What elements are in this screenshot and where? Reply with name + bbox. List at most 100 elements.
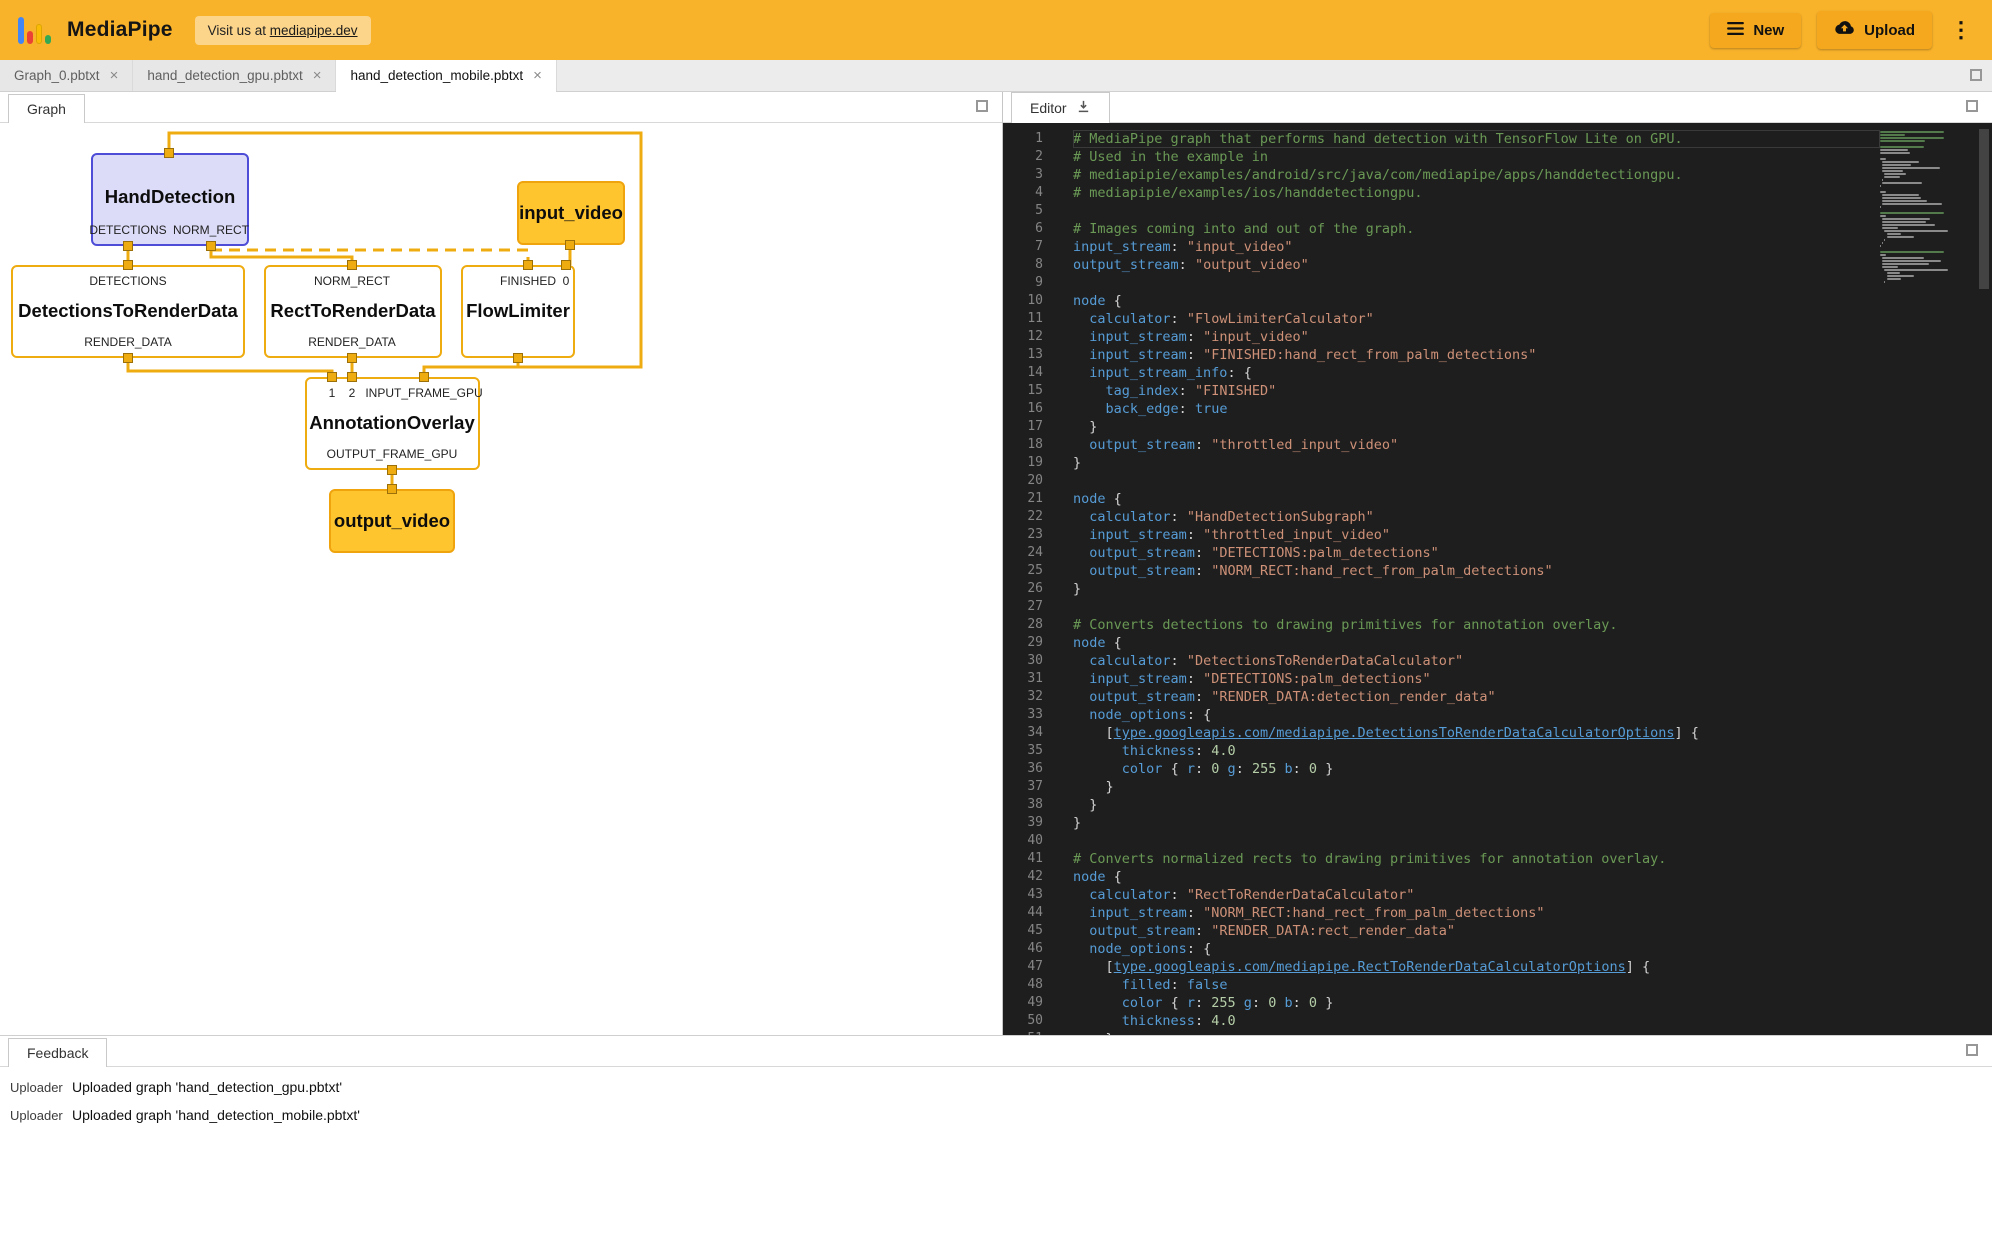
code-line: output_stream: "output_video" [1073, 256, 1880, 274]
port[interactable] [513, 353, 523, 363]
feedback-source: Uploader [10, 1080, 72, 1095]
feedback-entries: UploaderUploaded graph 'hand_detection_g… [0, 1067, 1992, 1135]
port[interactable] [123, 353, 133, 363]
file-tab[interactable]: hand_detection_gpu.pbtxt× [133, 60, 336, 91]
port[interactable] [419, 372, 429, 382]
port[interactable] [206, 241, 216, 251]
minimap-line [1882, 161, 1919, 163]
port[interactable] [164, 148, 174, 158]
line-number: 9 [1003, 274, 1043, 292]
editor-tab-label: Editor [1030, 100, 1067, 116]
editor-scrollbar[interactable] [1976, 123, 1992, 1035]
port[interactable] [565, 240, 575, 250]
line-number: 5 [1003, 202, 1043, 220]
minimap-line [1882, 197, 1921, 199]
port[interactable] [523, 260, 533, 270]
port[interactable] [347, 353, 357, 363]
code-line: } [1073, 778, 1880, 796]
minimap-line [1882, 167, 1940, 169]
graph-panel-header: Graph [0, 92, 1002, 123]
graph-edges [0, 123, 1002, 1035]
expand-icon[interactable] [1970, 69, 1982, 81]
minimap-line [1884, 269, 1948, 271]
line-number: 41 [1003, 850, 1043, 868]
code-line: } [1073, 418, 1880, 436]
node-title: HandDetection [105, 186, 236, 208]
tab-close-icon[interactable]: × [533, 67, 542, 84]
line-number: 47 [1003, 958, 1043, 976]
port[interactable] [387, 484, 397, 494]
minimap-line [1882, 242, 1883, 244]
feedback-panel-header: Feedback [0, 1036, 1992, 1067]
line-number: 49 [1003, 994, 1043, 1012]
code-line [1073, 598, 1880, 616]
code-line: input_stream: "input_video" [1073, 238, 1880, 256]
line-number: 27 [1003, 598, 1043, 616]
tab-close-icon[interactable]: × [313, 67, 322, 84]
tab-feedback[interactable]: Feedback [8, 1038, 107, 1067]
download-icon[interactable] [1076, 99, 1091, 117]
line-number: 14 [1003, 364, 1043, 382]
code-line: } [1073, 1030, 1880, 1035]
code-line: node { [1073, 634, 1880, 652]
upload-button[interactable]: Upload [1817, 11, 1932, 49]
minimap-line [1882, 200, 1927, 202]
line-number: 19 [1003, 454, 1043, 472]
tab-close-icon[interactable]: × [110, 67, 119, 84]
graph-canvas[interactable]: HandDetectioninput_videoDetectionsToRend… [0, 123, 1002, 1035]
line-number: 12 [1003, 328, 1043, 346]
tab-editor[interactable]: Editor [1011, 92, 1110, 123]
more-options-icon[interactable]: ⋮ [1948, 19, 1974, 41]
minimap-line [1880, 212, 1944, 214]
line-number: 7 [1003, 238, 1043, 256]
file-tab[interactable]: Graph_0.pbtxt× [0, 60, 133, 91]
new-button[interactable]: New [1710, 13, 1801, 48]
editor-code[interactable]: # MediaPipe graph that performs hand det… [1059, 123, 1880, 1035]
minimap-line [1887, 236, 1914, 238]
port-label: DETECTIONS [89, 274, 166, 288]
minimap-line [1882, 203, 1942, 205]
minimap-line [1882, 227, 1898, 229]
port[interactable] [347, 372, 357, 382]
code-line: thickness: 4.0 [1073, 742, 1880, 760]
node-title: FlowLimiter [466, 300, 570, 322]
code-editor[interactable]: 1234567891011121314151617181920212223242… [1003, 123, 1992, 1035]
port[interactable] [123, 241, 133, 251]
line-number: 51 [1003, 1030, 1043, 1035]
mediapipe-dev-link[interactable]: mediapipe.dev [270, 23, 358, 38]
code-line: # Converts detections to drawing primiti… [1073, 616, 1880, 634]
editor-minimap[interactable] [1880, 123, 1976, 1035]
port[interactable] [327, 372, 337, 382]
minimap-line [1882, 170, 1903, 172]
port[interactable] [347, 260, 357, 270]
scrollbar-slider[interactable] [1979, 129, 1989, 289]
port[interactable] [561, 260, 571, 270]
code-line: thickness: 4.0 [1073, 1012, 1880, 1030]
code-line: filled: false [1073, 976, 1880, 994]
minimap-line [1887, 272, 1901, 274]
line-number: 50 [1003, 1012, 1043, 1030]
new-button-label: New [1753, 22, 1784, 39]
code-line: output_stream: "RENDER_DATA:rect_render_… [1073, 922, 1880, 940]
minimap-line [1880, 134, 1905, 136]
minimap-line [1882, 218, 1930, 220]
tab-graph[interactable]: Graph [8, 94, 85, 123]
port-label: OUTPUT_FRAME_GPU [327, 447, 458, 461]
node-title: AnnotationOverlay [309, 412, 475, 434]
expand-icon[interactable] [976, 100, 988, 112]
port[interactable] [387, 465, 397, 475]
port[interactable] [123, 260, 133, 270]
feedback-message: Uploaded graph 'hand_detection_mobile.pb… [72, 1107, 360, 1123]
minimap-line [1882, 221, 1926, 223]
visit-chip: Visit us at mediapipe.dev [195, 16, 371, 45]
code-line: calculator: "HandDetectionSubgraph" [1073, 508, 1880, 526]
line-number: 32 [1003, 688, 1043, 706]
minimap-line [1880, 137, 1944, 139]
code-line: output_stream: "throttled_input_video" [1073, 436, 1880, 454]
file-tab[interactable]: hand_detection_mobile.pbtxt× [336, 60, 556, 91]
line-number: 44 [1003, 904, 1043, 922]
expand-icon[interactable] [1966, 1044, 1978, 1056]
code-line: calculator: "DetectionsToRenderDataCalcu… [1073, 652, 1880, 670]
expand-icon[interactable] [1966, 100, 1978, 112]
app-title: MediaPipe [67, 18, 173, 42]
